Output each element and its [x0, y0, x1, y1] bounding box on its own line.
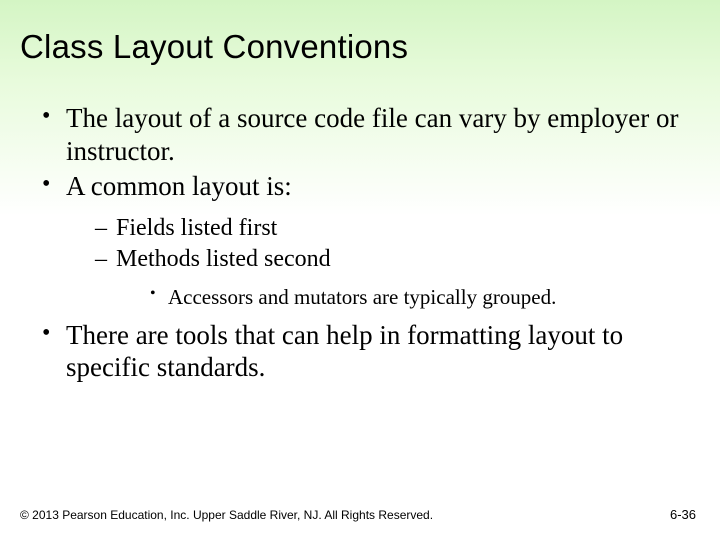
bullet-list: The layout of a source code file can var…: [20, 102, 700, 384]
sub-sub-bullet-list: Accessors and mutators are typically gro…: [116, 284, 700, 310]
bullet-text: A common layout is:: [66, 171, 292, 201]
sub-bullet-item: Fields listed first: [95, 213, 700, 244]
footer-copyright: © 2013 Pearson Education, Inc. Upper Sad…: [20, 508, 433, 522]
sub-bullet-list: Fields listed first Methods listed secon…: [66, 213, 700, 311]
sub-bullet-item: Methods listed second Accessors and muta…: [95, 244, 700, 311]
bullet-item: There are tools that can help in formatt…: [42, 319, 700, 385]
bullet-item: The layout of a source code file can var…: [42, 102, 700, 168]
slide: Class Layout Conventions The layout of a…: [0, 0, 720, 540]
sub-sub-bullet-item: Accessors and mutators are typically gro…: [150, 284, 700, 310]
sub-bullet-text: Methods listed second: [116, 246, 331, 272]
footer-page-number: 6-36: [670, 507, 696, 522]
bullet-item: A common layout is: Fields listed first …: [42, 170, 700, 311]
slide-title: Class Layout Conventions: [20, 28, 700, 66]
